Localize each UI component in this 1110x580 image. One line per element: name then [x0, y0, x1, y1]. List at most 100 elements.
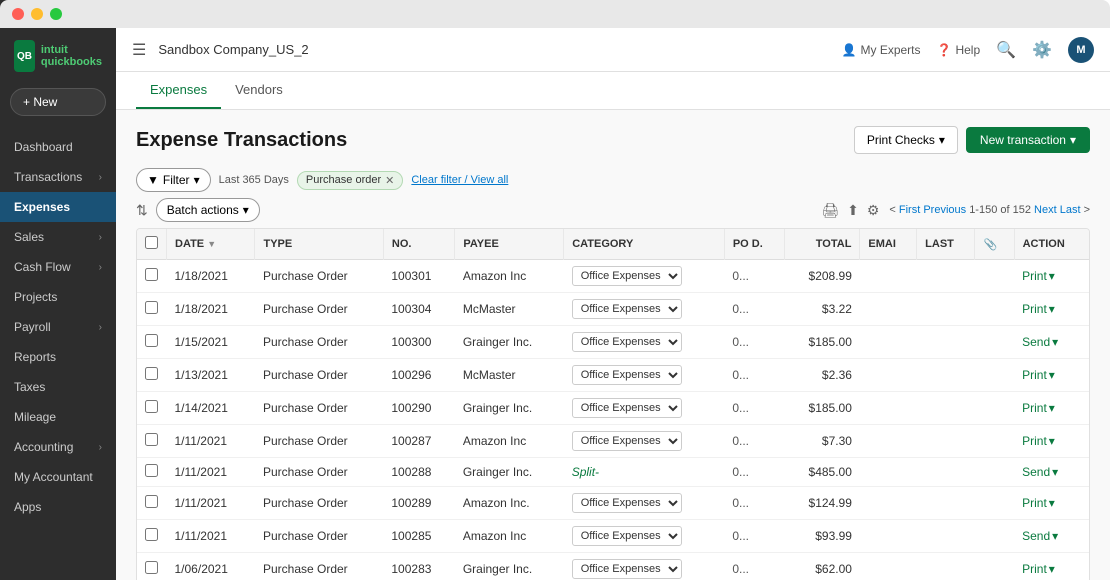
category-header[interactable]: CATEGORY — [564, 229, 725, 260]
sidebar-item-my-accountant[interactable]: My Accountant — [0, 462, 116, 492]
action-cell[interactable]: Print ▾ — [1014, 260, 1089, 293]
action-chevron-icon[interactable]: ▾ — [1049, 368, 1055, 382]
action-link[interactable]: Send — [1022, 335, 1050, 349]
row-checkbox-cell[interactable] — [137, 520, 167, 553]
action-chevron-icon[interactable]: ▾ — [1052, 529, 1058, 543]
action-link[interactable]: Print — [1022, 368, 1047, 382]
settings-table-icon[interactable]: ⚙ — [867, 202, 880, 219]
action-chevron-icon[interactable]: ▾ — [1049, 302, 1055, 316]
sidebar-item-cash-flow[interactable]: Cash Flow› — [0, 252, 116, 282]
export-icon[interactable]: ⬆ — [847, 202, 859, 219]
avatar[interactable]: M — [1068, 37, 1094, 63]
action-link[interactable]: Print — [1022, 434, 1047, 448]
category-cell[interactable]: Office Expenses — [564, 520, 725, 553]
action-chevron-icon[interactable]: ▾ — [1049, 496, 1055, 510]
row-checkbox[interactable] — [145, 334, 158, 347]
category-cell[interactable]: Office Expenses — [564, 260, 725, 293]
tab-expenses[interactable]: Expenses — [136, 72, 221, 109]
row-checkbox-cell[interactable] — [137, 458, 167, 487]
sidebar-item-dashboard[interactable]: Dashboard — [0, 132, 116, 162]
tab-vendors[interactable]: Vendors — [221, 72, 297, 109]
row-checkbox[interactable] — [145, 268, 158, 281]
action-cell[interactable]: Print ▾ — [1014, 392, 1089, 425]
category-cell[interactable]: Office Expenses — [564, 425, 725, 458]
action-cell[interactable]: Send ▾ — [1014, 326, 1089, 359]
maximize-btn[interactable] — [50, 8, 62, 20]
row-checkbox[interactable] — [145, 367, 158, 380]
row-checkbox[interactable] — [145, 301, 158, 314]
category-select[interactable]: Office Expenses — [572, 493, 682, 513]
category-select[interactable]: Office Expenses — [572, 398, 682, 418]
row-checkbox[interactable] — [145, 561, 158, 574]
action-chevron-icon[interactable]: ▾ — [1049, 401, 1055, 415]
sidebar-item-reports[interactable]: Reports — [0, 342, 116, 372]
row-checkbox-cell[interactable] — [137, 359, 167, 392]
category-select[interactable]: Office Expenses — [572, 332, 682, 352]
category-select[interactable]: Office Expenses — [572, 365, 682, 385]
category-select[interactable]: Office Expenses — [572, 431, 682, 451]
action-chevron-icon[interactable]: ▾ — [1049, 562, 1055, 576]
category-cell[interactable]: Office Expenses — [564, 293, 725, 326]
sidebar-item-payroll[interactable]: Payroll› — [0, 312, 116, 342]
action-chevron-icon[interactable]: ▾ — [1052, 465, 1058, 479]
action-cell[interactable]: Print ▾ — [1014, 293, 1089, 326]
action-link[interactable]: Print — [1022, 496, 1047, 510]
new-transaction-button[interactable]: New transaction ▾ — [966, 127, 1090, 153]
action-cell[interactable]: Print ▾ — [1014, 553, 1089, 580]
total-header[interactable]: TOTAL — [784, 229, 860, 260]
sidebar-item-mileage[interactable]: Mileage — [0, 402, 116, 432]
category-cell[interactable]: Office Expenses — [564, 553, 725, 580]
row-checkbox[interactable] — [145, 464, 158, 477]
clear-filter-link[interactable]: Clear filter / View all — [411, 174, 508, 186]
action-chevron-icon[interactable]: ▾ — [1049, 434, 1055, 448]
help-btn[interactable]: ❓ Help — [937, 43, 981, 57]
row-checkbox[interactable] — [145, 495, 158, 508]
category-select[interactable]: Office Expenses — [572, 299, 682, 319]
type-header[interactable]: TYPE — [255, 229, 383, 260]
row-checkbox-cell[interactable] — [137, 553, 167, 580]
previous-page-link[interactable]: Previous — [923, 204, 966, 216]
row-checkbox-cell[interactable] — [137, 293, 167, 326]
select-all-header[interactable] — [137, 229, 167, 260]
row-checkbox[interactable] — [145, 528, 158, 541]
print-checks-button[interactable]: Print Checks ▾ — [854, 126, 958, 154]
action-cell[interactable]: Print ▾ — [1014, 425, 1089, 458]
action-link[interactable]: Print — [1022, 269, 1047, 283]
last-page-link[interactable]: Last — [1060, 204, 1081, 216]
category-select[interactable]: Office Expenses — [572, 266, 682, 286]
action-cell[interactable]: Print ▾ — [1014, 487, 1089, 520]
print-icon[interactable]: 🖨 — [821, 202, 839, 219]
action-cell[interactable]: Send ▾ — [1014, 520, 1089, 553]
action-link[interactable]: Print — [1022, 302, 1047, 316]
sidebar-item-sales[interactable]: Sales› — [0, 222, 116, 252]
category-select[interactable]: Office Expenses — [572, 526, 682, 546]
no-header[interactable]: NO. — [383, 229, 454, 260]
category-cell[interactable]: Office Expenses — [564, 392, 725, 425]
category-cell[interactable]: Office Expenses — [564, 326, 725, 359]
action-link[interactable]: Print — [1022, 562, 1047, 576]
row-checkbox-cell[interactable] — [137, 392, 167, 425]
filter-button[interactable]: ▼ Filter ▾ — [136, 168, 211, 192]
minimize-btn[interactable] — [31, 8, 43, 20]
category-select[interactable]: Office Expenses — [572, 559, 682, 579]
date-header[interactable]: DATE ▼ — [167, 229, 255, 260]
select-all-checkbox[interactable] — [145, 236, 158, 249]
sidebar-item-projects[interactable]: Projects — [0, 282, 116, 312]
sidebar-item-taxes[interactable]: Taxes — [0, 372, 116, 402]
new-button[interactable]: + New — [10, 88, 106, 116]
action-link[interactable]: Print — [1022, 401, 1047, 415]
action-chevron-icon[interactable]: ▾ — [1052, 335, 1058, 349]
action-chevron-icon[interactable]: ▾ — [1049, 269, 1055, 283]
row-checkbox-cell[interactable] — [137, 326, 167, 359]
action-cell[interactable]: Send ▾ — [1014, 458, 1089, 487]
batch-actions-button[interactable]: Batch actions ▾ — [156, 198, 260, 222]
action-link[interactable]: Send — [1022, 529, 1050, 543]
category-cell[interactable]: Office Expenses — [564, 487, 725, 520]
close-btn[interactable] — [12, 8, 24, 20]
sidebar-item-transactions[interactable]: Transactions› — [0, 162, 116, 192]
po-header[interactable]: PO D. — [724, 229, 784, 260]
sidebar-item-expenses[interactable]: Expenses — [0, 192, 116, 222]
row-checkbox-cell[interactable] — [137, 260, 167, 293]
first-page-link[interactable]: First — [899, 204, 920, 216]
next-page-link[interactable]: Next — [1034, 204, 1057, 216]
